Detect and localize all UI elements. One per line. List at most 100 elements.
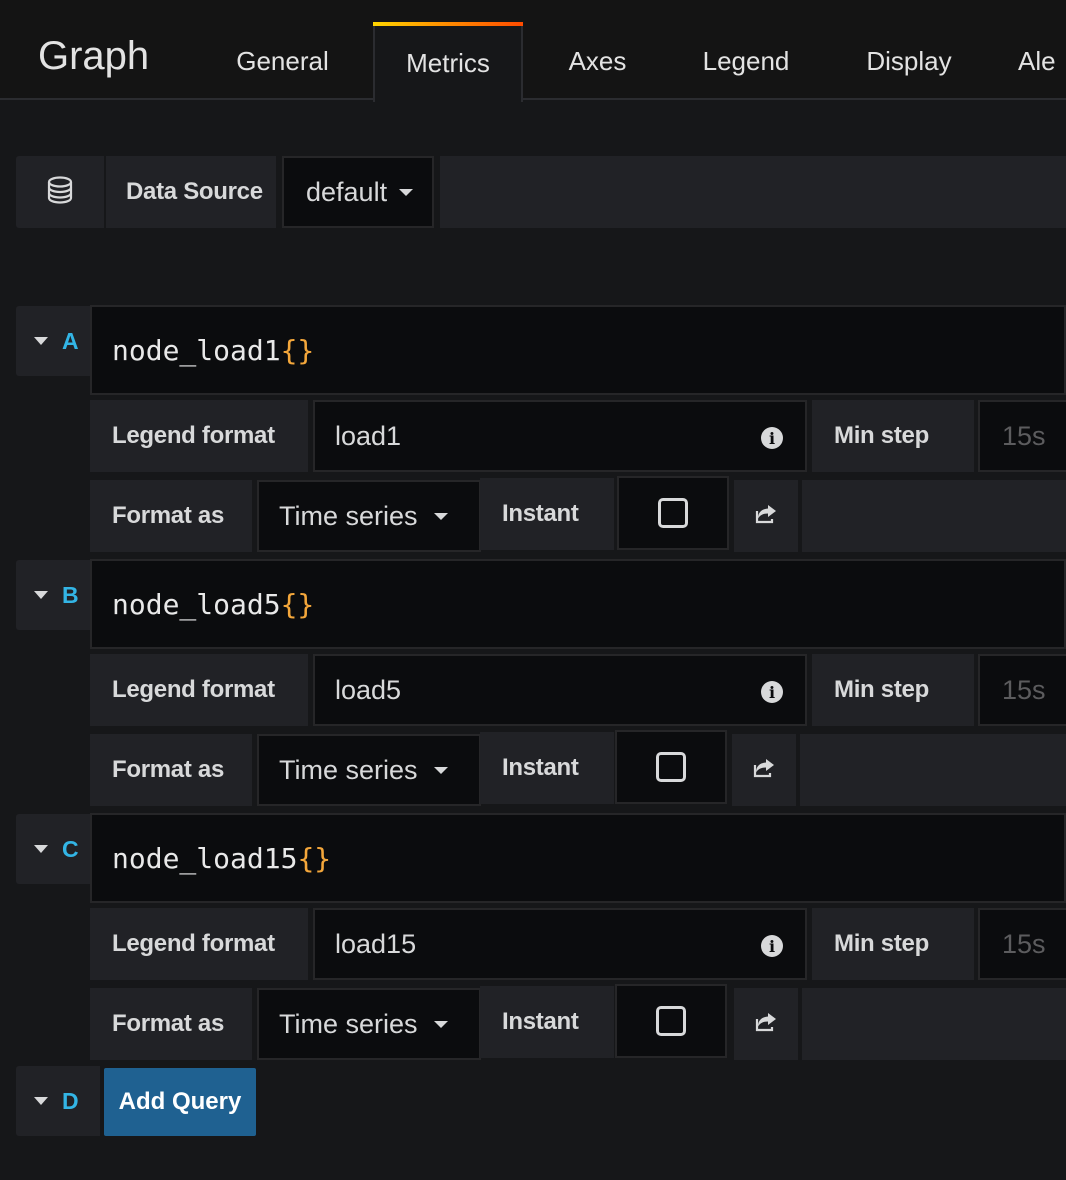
legend-format-label-box: Legend format xyxy=(90,654,308,726)
row-filler xyxy=(802,480,1066,552)
instant-label-box: Instant xyxy=(480,478,614,550)
query-ref-letter: D xyxy=(62,1088,79,1114)
legend-format-value: load1 xyxy=(335,420,402,451)
panel-title: Graph xyxy=(38,34,150,78)
query-ref-letter: C xyxy=(62,836,79,862)
datasource-select[interactable]: default xyxy=(282,156,434,228)
query-inspector-button[interactable] xyxy=(732,734,796,806)
format-as-value: Time series xyxy=(279,754,418,785)
instant-label-box: Instant xyxy=(480,986,614,1058)
format-as-label-box: Format as xyxy=(90,734,252,806)
min-step-label-box: Min step xyxy=(812,400,974,472)
legend-format-input[interactable]: load1 i xyxy=(313,400,807,472)
legend-format-input[interactable]: load5 i xyxy=(313,654,807,726)
min-step-placeholder: 15s xyxy=(1002,674,1046,705)
tab-legend[interactable]: Legend xyxy=(680,22,812,100)
legend-format-label-box: Legend format xyxy=(90,908,308,980)
query-inspector-button[interactable] xyxy=(734,480,798,552)
share-icon xyxy=(754,503,778,530)
tab-metrics[interactable]: Metrics xyxy=(373,22,523,102)
collapse-caret-icon[interactable] xyxy=(34,1097,48,1105)
info-icon[interactable]: i xyxy=(761,427,783,449)
legend-format-input[interactable]: load15 i xyxy=(313,908,807,980)
legend-format-label-box: Legend format xyxy=(90,400,308,472)
chevron-down-icon xyxy=(399,188,414,196)
min-step-label: Min step xyxy=(834,422,929,449)
query-expression-editor[interactable]: node_load15{} xyxy=(90,813,1066,903)
query-expression: node_load5 xyxy=(112,587,281,621)
datasource-icon-box xyxy=(16,156,104,228)
row-filler xyxy=(800,734,1066,806)
instant-checkbox-box[interactable] xyxy=(615,730,727,804)
instant-label: Instant xyxy=(502,1008,579,1035)
tab-alert[interactable]: Ale xyxy=(1018,22,1066,100)
row-filler xyxy=(802,988,1066,1060)
label-braces: {} xyxy=(297,841,332,875)
format-as-label-box: Format as xyxy=(90,480,252,552)
format-as-value: Time series xyxy=(279,500,418,531)
query-row-header-d[interactable]: D xyxy=(16,1066,100,1136)
query-inspector-button[interactable] xyxy=(734,988,798,1060)
legend-format-label: Legend format xyxy=(112,422,275,449)
format-as-label: Format as xyxy=(112,1010,225,1037)
instant-checkbox[interactable] xyxy=(658,498,688,528)
query-row-header-a[interactable]: A xyxy=(16,306,92,376)
query-expression: node_load15 xyxy=(112,841,298,875)
legend-format-label: Legend format xyxy=(112,930,275,957)
datasource-value: default xyxy=(306,176,388,207)
chevron-down-icon xyxy=(433,1020,448,1028)
query-expression-editor[interactable]: node_load5{} xyxy=(90,559,1066,649)
query-expression: node_load1 xyxy=(112,333,281,367)
min-step-label: Min step xyxy=(834,930,929,957)
min-step-input[interactable]: 15s xyxy=(978,654,1066,726)
min-step-label: Min step xyxy=(834,676,929,703)
instant-label-box: Instant xyxy=(480,732,614,804)
database-icon xyxy=(47,175,73,209)
instant-checkbox[interactable] xyxy=(656,752,686,782)
share-icon xyxy=(754,1011,778,1038)
instant-checkbox-box[interactable] xyxy=(615,984,727,1058)
format-as-value: Time series xyxy=(279,1008,418,1039)
format-as-label: Format as xyxy=(112,756,225,783)
format-as-select[interactable]: Time series xyxy=(257,480,481,552)
info-icon[interactable]: i xyxy=(761,935,783,957)
min-step-input[interactable]: 15s xyxy=(978,400,1066,472)
datasource-label-box: Data Source xyxy=(106,156,276,228)
instant-label: Instant xyxy=(502,500,579,527)
query-row-header-b[interactable]: B xyxy=(16,560,92,630)
query-ref-letter: B xyxy=(62,582,79,608)
collapse-caret-icon[interactable] xyxy=(34,337,48,345)
legend-format-label: Legend format xyxy=(112,676,275,703)
min-step-placeholder: 15s xyxy=(1002,420,1046,451)
query-ref-letter: A xyxy=(62,328,79,354)
info-icon[interactable]: i xyxy=(761,681,783,703)
tab-display[interactable]: Display xyxy=(845,22,973,100)
add-query-button[interactable]: Add Query xyxy=(104,1068,256,1136)
share-icon xyxy=(752,757,776,784)
query-expression-editor[interactable]: node_load1{} xyxy=(90,305,1066,395)
instant-checkbox-box[interactable] xyxy=(617,476,729,550)
instant-checkbox[interactable] xyxy=(656,1006,686,1036)
chevron-down-icon xyxy=(433,766,448,774)
label-braces: {} xyxy=(280,333,315,367)
query-row-header-c[interactable]: C xyxy=(16,814,92,884)
min-step-input[interactable]: 15s xyxy=(978,908,1066,980)
legend-format-value: load5 xyxy=(335,674,402,705)
min-step-label-box: Min step xyxy=(812,654,974,726)
collapse-caret-icon[interactable] xyxy=(34,845,48,853)
label-braces: {} xyxy=(280,587,315,621)
min-step-placeholder: 15s xyxy=(1002,928,1046,959)
panel-editor-header: Graph General Metrics Axes Legend Displa… xyxy=(0,0,1066,102)
format-as-label-box: Format as xyxy=(90,988,252,1060)
legend-format-value: load15 xyxy=(335,928,417,959)
format-as-select[interactable]: Time series xyxy=(257,734,481,806)
chevron-down-icon xyxy=(433,512,448,520)
tab-general[interactable]: General xyxy=(210,22,355,100)
min-step-label-box: Min step xyxy=(812,908,974,980)
format-as-select[interactable]: Time series xyxy=(257,988,481,1060)
format-as-label: Format as xyxy=(112,502,225,529)
datasource-label: Data Source xyxy=(126,178,263,205)
tab-axes[interactable]: Axes xyxy=(540,22,655,100)
collapse-caret-icon[interactable] xyxy=(34,591,48,599)
datasource-filler xyxy=(440,156,1066,228)
